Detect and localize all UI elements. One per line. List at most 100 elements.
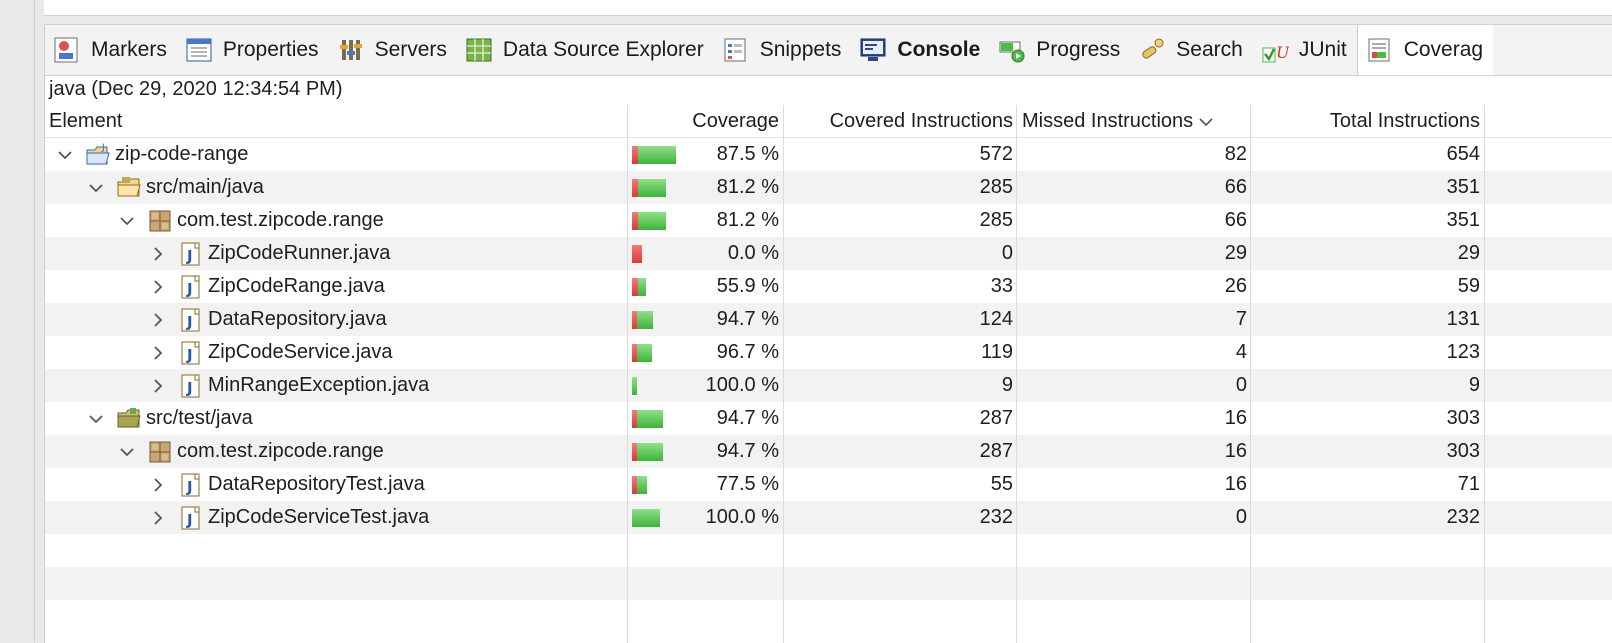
java-file-icon: J	[178, 472, 204, 498]
coverage-bar-covered	[632, 377, 637, 395]
chevron-right-icon[interactable]	[148, 244, 168, 264]
tab-coverage[interactable]: Coverag	[1356, 25, 1494, 75]
covered-instructions-cell: 119	[981, 341, 1013, 363]
covered-instructions-cell: 287	[979, 407, 1013, 429]
project-icon: J	[85, 142, 111, 168]
table-row[interactable]: src/main/java 81.2 % 285 66 351	[45, 171, 1612, 204]
chevron-down-icon[interactable]	[117, 211, 137, 231]
svg-text:J: J	[186, 379, 193, 397]
chevron-down-icon[interactable]	[117, 442, 137, 462]
table-row[interactable]: J ZipCodeService.java 96.7 % 119 4 123	[45, 336, 1612, 369]
element-cell: com.test.zipcode.range	[49, 204, 627, 237]
element-cell: J DataRepository.java	[49, 303, 627, 336]
total-instructions-cell: 232	[1446, 506, 1480, 528]
table-row[interactable]: J ZipCodeRunner.java 0.0 % 0 29 29	[45, 237, 1612, 270]
table-row[interactable]: com.test.zipcode.range 81.2 % 285 66 351	[45, 204, 1612, 237]
coverage-percent: 81.2 %	[716, 176, 779, 198]
tab-markers[interactable]: Markers	[45, 25, 177, 75]
element-name: src/test/java	[146, 407, 253, 429]
missed-instructions-cell: 0	[1235, 506, 1247, 528]
coverage-bar-covered	[637, 476, 647, 494]
total-instructions-cell: 654	[1446, 143, 1480, 165]
column-header-element[interactable]: Element	[49, 105, 627, 137]
covered-instructions-cell: 285	[979, 209, 1013, 231]
console-icon	[859, 36, 887, 64]
coverage-bar-covered	[637, 344, 652, 362]
coverage-bar	[632, 344, 676, 362]
table-row[interactable]: J ZipCodeRange.java 55.9 % 33 26 59	[45, 270, 1612, 303]
coverage-cell: 0.0 %	[628, 237, 783, 270]
table-row[interactable]: J MinRangeException.java 100.0 % 9 0 9	[45, 369, 1612, 402]
covered-instructions-cell: 33	[990, 275, 1013, 297]
column-divider[interactable]	[627, 105, 628, 643]
tab-progress[interactable]: Progress	[990, 25, 1130, 75]
empty-row	[45, 534, 1612, 567]
column-header-coverage[interactable]: Coverage	[628, 105, 783, 137]
snippets-icon	[722, 36, 750, 64]
coverage-bar	[632, 278, 676, 296]
total-instructions-cell: 303	[1446, 440, 1480, 462]
chevron-right-icon[interactable]	[148, 277, 168, 297]
column-divider[interactable]	[783, 105, 784, 643]
coverage-bar	[632, 476, 676, 494]
table-body: Jzip-code-range 87.5 % 572 82 654 src/main/ja…	[45, 138, 1612, 633]
chevron-right-icon[interactable]	[148, 508, 168, 528]
element-cell: J ZipCodeRange.java	[49, 270, 627, 303]
table-row[interactable]: J ZipCodeServiceTest.java 100.0 % 232 0 232	[45, 501, 1612, 534]
element-name: ZipCodeServiceTest.java	[208, 506, 430, 528]
tab-servers[interactable]: Servers	[329, 25, 457, 75]
column-divider[interactable]	[1250, 105, 1251, 643]
coverage-bar	[632, 311, 676, 329]
tab-data-source-explorer[interactable]: Data Source Explorer	[457, 25, 714, 75]
chevron-right-icon[interactable]	[148, 376, 168, 396]
column-header-covered-instructions[interactable]: Covered Instructions	[784, 105, 1017, 137]
coverage-bar	[632, 212, 676, 230]
coverage-cell: 96.7 %	[628, 336, 783, 369]
column-divider[interactable]	[1484, 105, 1485, 643]
chevron-right-icon[interactable]	[148, 475, 168, 495]
total-instructions-cell: 59	[1457, 275, 1480, 297]
table-row[interactable]: src/test/java 94.7 % 287 16 303	[45, 402, 1612, 435]
table-row[interactable]: com.test.zipcode.range 94.7 % 287 16 303	[45, 435, 1612, 468]
element-cell: J DataRepositoryTest.java	[49, 468, 627, 501]
column-divider[interactable]	[1016, 105, 1017, 643]
total-instructions-cell: 123	[1446, 341, 1480, 363]
table-row[interactable]: Jzip-code-range 87.5 % 572 82 654	[45, 138, 1612, 171]
total-instructions-cell: 71	[1457, 473, 1480, 495]
left-window-edge	[34, 0, 35, 642]
chevron-down-icon[interactable]	[86, 178, 106, 198]
element-name: ZipCodeService.java	[208, 341, 393, 363]
table-row[interactable]: J DataRepository.java 94.7 % 124 7 131	[45, 303, 1612, 336]
column-header-total-instructions[interactable]: Total Instructions	[1251, 105, 1484, 137]
svg-text:J: J	[186, 346, 193, 364]
tab-junit[interactable]: U JUnit	[1253, 25, 1357, 75]
total-instructions-cell: 131	[1446, 308, 1480, 330]
tab-snippets[interactable]: Snippets	[714, 25, 852, 75]
chevron-down-icon[interactable]	[55, 145, 75, 165]
empty-row	[45, 567, 1612, 600]
tab-console[interactable]: Console	[851, 25, 990, 75]
coverage-bar-covered	[637, 443, 663, 461]
tab-label: Search	[1176, 38, 1243, 61]
element-name: ZipCodeRange.java	[208, 275, 385, 297]
svg-text:J: J	[186, 313, 193, 331]
chevron-right-icon[interactable]	[148, 343, 168, 363]
missed-instructions-cell: 66	[1224, 209, 1247, 231]
chevron-right-icon[interactable]	[148, 310, 168, 330]
column-header-missed-instructions[interactable]: Missed Instructions	[1018, 105, 1251, 137]
junit-icon: U	[1261, 36, 1289, 64]
element-name: com.test.zipcode.range	[177, 440, 384, 462]
table-row[interactable]: J DataRepositoryTest.java 77.5 % 55 16 71	[45, 468, 1612, 501]
svg-text:J: J	[186, 511, 193, 529]
package-icon	[147, 208, 173, 234]
coverage-bar-covered	[638, 146, 676, 164]
editor-area-bottom	[44, 0, 1612, 16]
coverage-bar-covered	[638, 278, 646, 296]
coverage-bar-covered	[638, 179, 666, 197]
element-cell: J ZipCodeService.java	[49, 336, 627, 369]
missed-instructions-cell: 66	[1224, 176, 1247, 198]
coverage-bar	[632, 146, 676, 164]
chevron-down-icon[interactable]	[86, 409, 106, 429]
tab-search[interactable]: Search	[1130, 25, 1253, 75]
tab-properties[interactable]: Properties	[177, 25, 329, 75]
